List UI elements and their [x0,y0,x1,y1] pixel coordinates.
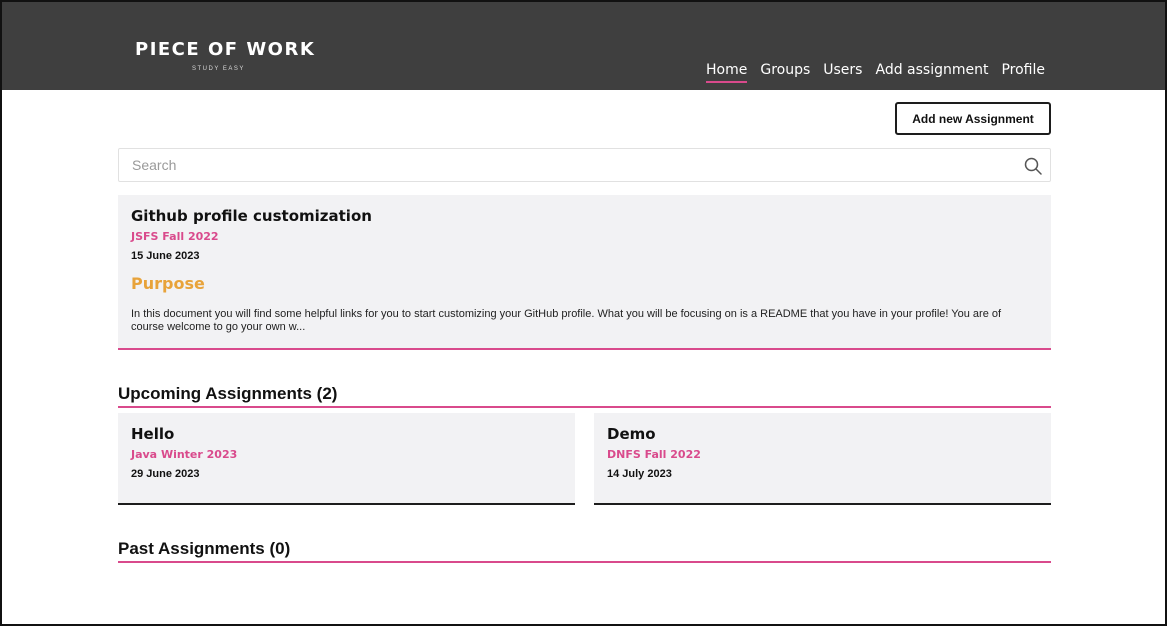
assignment-title: Hello [131,425,175,443]
assignment-group: DNFS Fall 2022 [607,448,701,461]
past-assignments-heading: Past Assignments (0) [118,539,1051,563]
featured-date: 15 June 2023 [131,250,200,262]
nav-groups[interactable]: Groups [760,62,810,83]
assignment-card[interactable]: Hello Java Winter 2023 29 June 2023 [118,413,575,505]
assignment-group: Java Winter 2023 [131,448,238,461]
assignment-card[interactable]: Demo DNFS Fall 2022 14 July 2023 [594,413,1051,505]
search-input[interactable] [119,149,1050,181]
assignment-title: Demo [607,425,656,443]
nav-home[interactable]: Home [706,62,748,83]
add-new-assignment-button[interactable]: Add new Assignment [895,102,1051,135]
nav-add-assignment[interactable]: Add assignment [875,62,988,83]
logo-subtitle: STUDY EASY [192,66,245,72]
featured-group: JSFS Fall 2022 [131,230,219,243]
featured-description: In this document you will find some help… [131,308,1002,333]
featured-assignment-card[interactable]: Github profile customization JSFS Fall 2… [118,195,1051,350]
purpose-heading: Purpose [131,274,205,293]
nav-profile[interactable]: Profile [1001,62,1045,83]
upcoming-assignments-heading: Upcoming Assignments (2) [118,384,1051,408]
search-icon[interactable] [1024,157,1042,175]
search-bar [118,148,1051,182]
assignment-date: 14 July 2023 [607,468,672,480]
nav-users[interactable]: Users [823,62,862,83]
logo-title[interactable]: PIECE OF WORK [135,39,315,60]
main-nav: Home Groups Users Add assignment Profile [693,62,1045,83]
assignment-date: 29 June 2023 [131,468,200,480]
featured-title: Github profile customization [131,207,372,225]
top-header: PIECE OF WORK STUDY EASY Home Groups Use… [2,2,1165,90]
